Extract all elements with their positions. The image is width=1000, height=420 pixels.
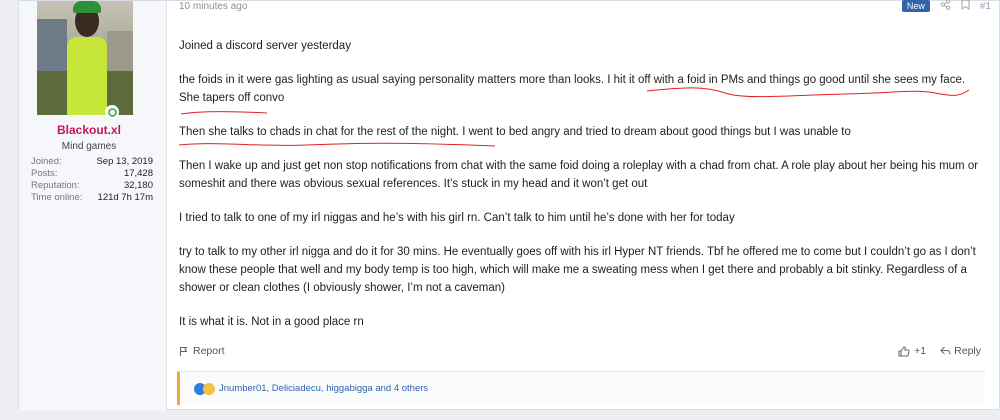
- red-annotation-underline: [646, 87, 970, 98]
- post-body: Joined a discord server yesterday the fo…: [179, 37, 979, 347]
- reactions-list[interactable]: Jnumber01, Deliciadecu, higgabigga and 4…: [219, 383, 428, 394]
- reaction-count: +1: [914, 345, 927, 357]
- post-paragraph: I tried to talk to one of my irl niggas …: [179, 212, 735, 224]
- forum-post: Blackout.xl Mind games Joined: Sep 13, 20…: [18, 0, 1000, 411]
- report-button[interactable]: Report: [179, 345, 225, 357]
- post-header-actions: New #1: [901, 0, 991, 13]
- stat-value: 121d 7h 17m: [97, 192, 153, 203]
- stat-value: 32,180: [123, 180, 153, 191]
- user-stats: Joined: Sep 13, 2019 Posts: 17,428 Reputat…: [31, 156, 153, 204]
- red-annotation-underline: [178, 142, 496, 147]
- share-icon[interactable]: [940, 0, 951, 13]
- reactions-bar[interactable]: Jnumber01, Deliciadecu, higgabigga and 4…: [177, 371, 985, 405]
- like-icon: [898, 345, 910, 356]
- reply-button[interactable]: Reply: [940, 345, 981, 357]
- user-sidebar: Blackout.xl Mind games Joined: Sep 13, 20…: [19, 1, 167, 411]
- online-status-icon: [105, 105, 119, 119]
- stat-label: Posts:: [31, 168, 58, 179]
- sad-reaction-icon: [203, 382, 215, 395]
- stat-label: Joined:: [31, 156, 62, 167]
- stat-label: Reputation:: [31, 180, 80, 191]
- report-icon: [180, 346, 188, 356]
- post-paragraph: Joined a discord server yesterday: [179, 40, 351, 52]
- stat-value: Sep 13, 2019: [96, 156, 153, 167]
- post-footer-actions: +1 Reply: [898, 345, 981, 357]
- post-number[interactable]: #1: [980, 1, 991, 12]
- user-avatar[interactable]: [37, 1, 133, 115]
- reply-label: Reply: [954, 345, 981, 357]
- post-timestamp[interactable]: 10 minutes ago: [179, 1, 247, 12]
- report-label: Report: [193, 345, 225, 357]
- stat-value: 17,428: [123, 168, 153, 179]
- post-paragraph: Then I wake up and just get non stop not…: [179, 160, 979, 190]
- bookmark-icon[interactable]: [961, 0, 970, 13]
- post-paragraph: It is what it is. Not in a good place rn: [179, 316, 364, 328]
- stat-label: Time online:: [31, 192, 83, 203]
- new-badge: New: [901, 0, 930, 12]
- user-title: Mind games: [61, 141, 117, 152]
- reply-icon: [940, 346, 951, 355]
- like-button[interactable]: +1: [898, 345, 926, 357]
- red-annotation-underline: [180, 111, 268, 115]
- post-paragraph: try to talk to my other irl nigga and do…: [179, 246, 976, 294]
- username[interactable]: Blackout.xl: [19, 123, 159, 137]
